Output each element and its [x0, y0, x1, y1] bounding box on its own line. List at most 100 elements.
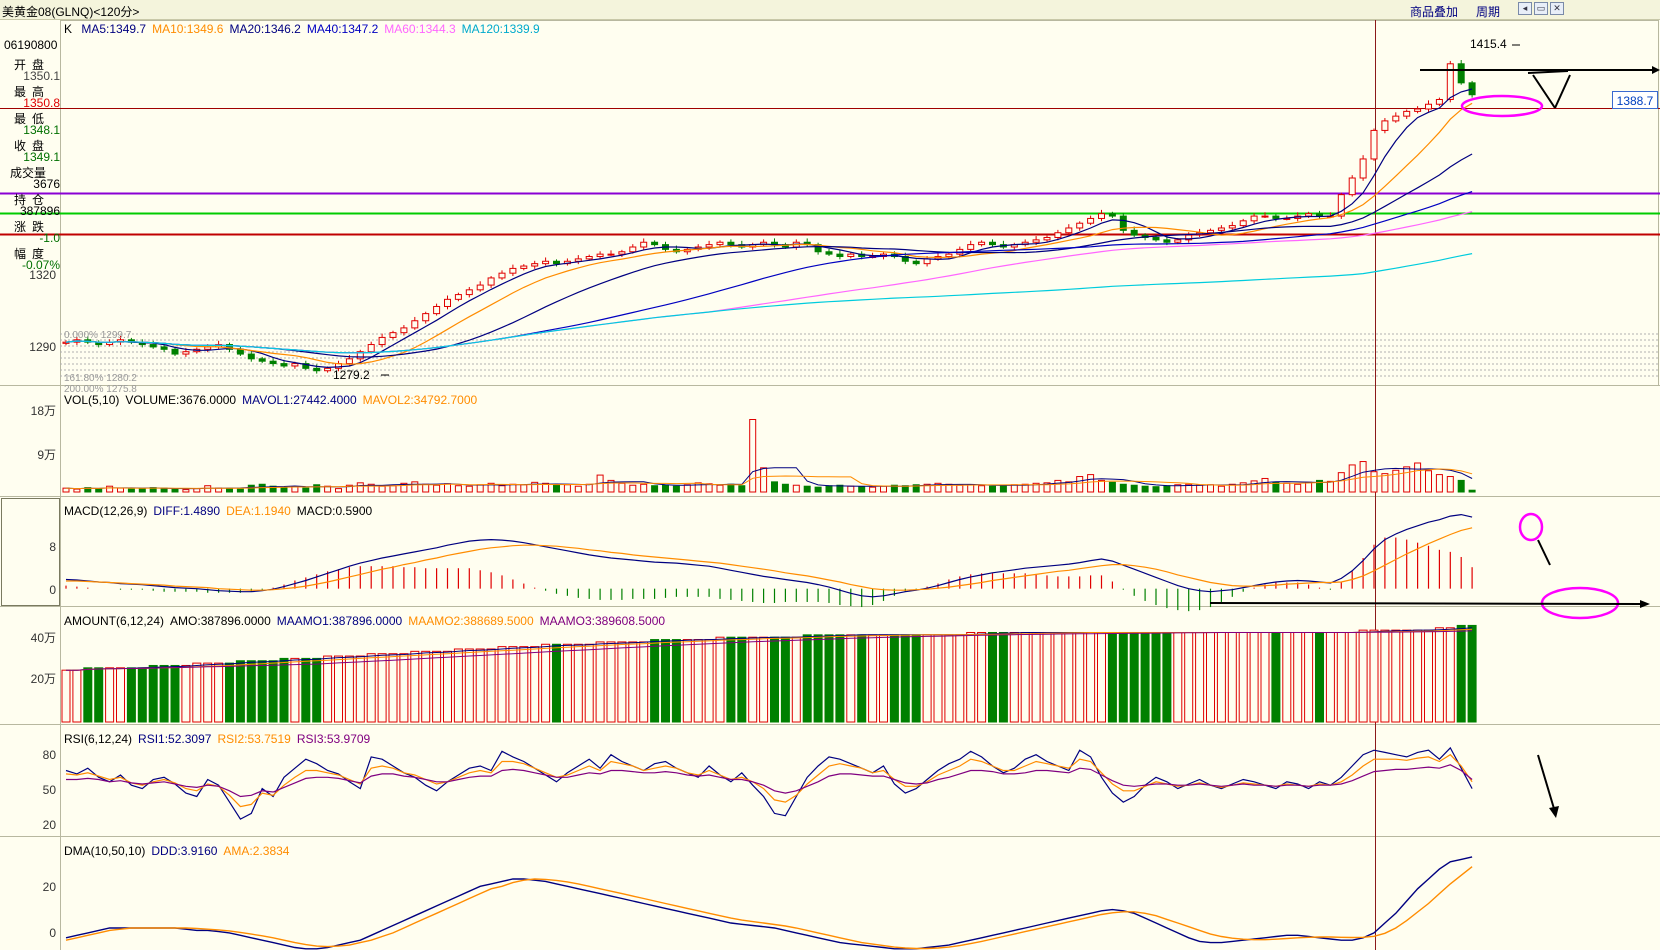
- amount-bar-78: [911, 634, 921, 723]
- amount-bar-67: [791, 636, 801, 723]
- volume-bar-73: [858, 486, 866, 493]
- overlay-button[interactable]: 商品叠加: [1410, 3, 1458, 20]
- candle-body-51: [618, 251, 626, 255]
- candle-body-91: [1054, 232, 1062, 238]
- amount-item-2: MAAMO1:387896.0000: [276, 614, 403, 628]
- volume-bar-15: [226, 488, 233, 493]
- amount-bar-124: [1413, 629, 1423, 723]
- volume-bar-112: [1283, 482, 1291, 493]
- volume-bar-5: [117, 487, 124, 493]
- candle-body-52: [629, 246, 637, 253]
- candle-body-24: [324, 367, 332, 372]
- rsi-item-2: RSI2:53.7519: [217, 732, 291, 746]
- amount-bar-128: [1456, 624, 1466, 723]
- amount-bar-54: [650, 639, 660, 723]
- amount-item-0: AMOUNT(6,12,24): [64, 614, 165, 628]
- volume-bar-6: [127, 488, 135, 493]
- candle-body-50: [607, 253, 615, 256]
- amount-bar-15: [225, 662, 234, 723]
- tick-vol-9: 9万: [37, 448, 56, 462]
- candle-body-11: [182, 351, 190, 355]
- amount-bar-107: [1227, 631, 1237, 723]
- candle-body-61: [727, 241, 735, 246]
- low-label: 1279.2: [333, 368, 370, 382]
- amount-bar-119: [1358, 629, 1368, 723]
- candle-body-95: [1098, 213, 1105, 219]
- amount-bar-2: [83, 667, 93, 723]
- amount-bar-94: [1086, 631, 1096, 723]
- info-value-2: 1348.1: [23, 123, 60, 137]
- candle-body-90: [1043, 236, 1051, 241]
- amount-item-4: MAAMO3:389608.5000: [539, 614, 666, 628]
- amount-bar-37: [464, 648, 474, 723]
- amount-bar-16: [235, 660, 245, 723]
- amount-bar-109: [1249, 631, 1259, 723]
- k-ma-item-0: MA5:1349.7: [81, 22, 147, 36]
- candle-body-9: [160, 346, 168, 350]
- ma-20-line: [65, 153, 1473, 358]
- amount-bar-69: [813, 634, 823, 723]
- volume-bar-61: [727, 483, 735, 493]
- amount-bar-86: [998, 631, 1008, 723]
- amount-bar-9: [159, 664, 169, 723]
- macd-header: MACD(12,26,9) DIFF:1.4890 DEA:1.1940 MACD:0…: [64, 504, 378, 518]
- period-button[interactable]: 周期: [1476, 3, 1500, 20]
- candle-body-100: [1152, 236, 1160, 241]
- volume-bar-113: [1294, 483, 1302, 493]
- candle-body-8: [149, 344, 157, 348]
- tick-rsi-50: 50: [43, 783, 57, 797]
- amount-bar-115: [1315, 631, 1324, 723]
- amount-bar-44: [541, 643, 551, 723]
- minimize-icon[interactable]: ◂: [1518, 2, 1532, 15]
- volume-bar-98: [1130, 484, 1138, 493]
- amount-bar-31: [399, 653, 409, 723]
- close-icon[interactable]: ✕: [1550, 2, 1564, 15]
- candle-body-42: [520, 265, 528, 269]
- amount-bar-36: [453, 648, 463, 723]
- amount-bar-108: [1238, 631, 1248, 723]
- amount-bar-7: [137, 667, 147, 723]
- candle-body-114: [1305, 213, 1313, 217]
- title-bar: 美黄金08(GLNQ)<120分> 商品叠加 周期 ◂ ▭ ✕: [0, 0, 1660, 20]
- candle-body-59: [705, 244, 713, 248]
- volume-bar-25: [335, 488, 342, 493]
- annotation-zero-line: [1209, 602, 1641, 605]
- k-prefix: K: [64, 22, 73, 36]
- tick-rsi-20: 20: [43, 818, 57, 832]
- rsi-item-3: RSI3:53.9709: [296, 732, 371, 746]
- volume-bar-65: [771, 481, 778, 493]
- amount-bar-32: [410, 650, 420, 723]
- tick-vol-18: 18万: [31, 404, 56, 418]
- candle-body-44: [542, 260, 550, 265]
- amount-bar-18: [257, 660, 267, 723]
- candle-body-128: [1457, 63, 1465, 84]
- info-value-3: 1349.1: [23, 150, 60, 164]
- amount-bar-43: [530, 646, 540, 723]
- ma-40-line: [65, 191, 1473, 354]
- amount-bar-0: [61, 669, 71, 723]
- amount-bar-85: [988, 631, 997, 723]
- amount-bar-24: [323, 655, 333, 723]
- volume-bar-10: [171, 488, 179, 493]
- candle-body-34: [433, 305, 441, 315]
- amount-bar-21: [290, 657, 300, 723]
- amount-bar-5: [116, 667, 125, 723]
- volume-bar-29: [378, 485, 386, 493]
- volume-bar-91: [1054, 479, 1062, 493]
- volume-bar-38: [476, 484, 484, 493]
- restore-icon[interactable]: ▭: [1534, 2, 1548, 15]
- amount-bar-53: [639, 641, 649, 723]
- amount-bar-96: [1107, 631, 1117, 723]
- volume-bar-69: [814, 486, 822, 493]
- amount-bar-87: [1009, 631, 1019, 723]
- amount-bar-104: [1195, 631, 1205, 723]
- candle-body-107: [1228, 225, 1236, 229]
- amount-bar-101: [1162, 631, 1172, 723]
- candle-body-29: [378, 336, 386, 346]
- candle-body-121: [1381, 120, 1389, 131]
- amount-bar-92: [1064, 631, 1074, 723]
- candle-body-89: [1032, 239, 1040, 243]
- volume-bar-123: [1403, 466, 1411, 493]
- volume-bar-97: [1119, 483, 1127, 493]
- candle-body-31: [400, 327, 408, 334]
